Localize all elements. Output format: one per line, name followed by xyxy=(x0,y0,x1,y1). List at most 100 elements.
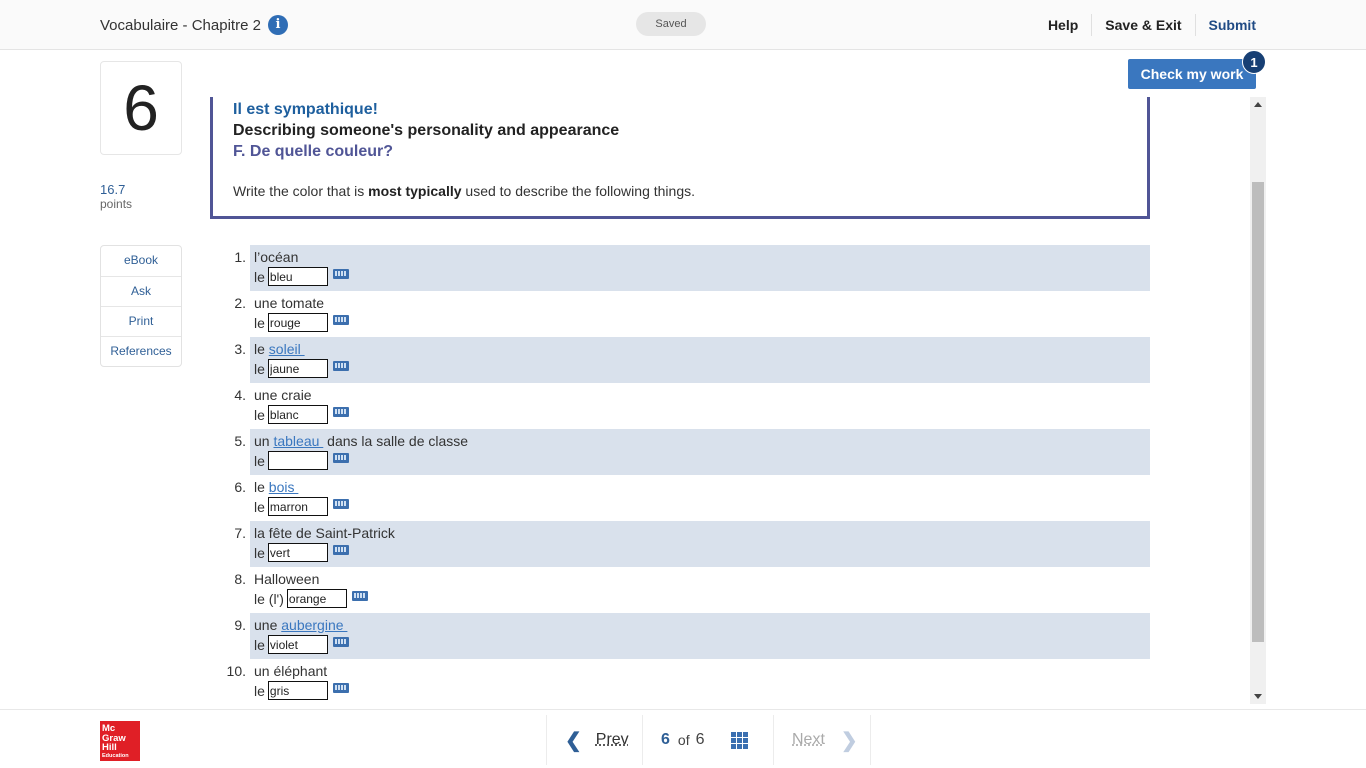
logo-line: Hill xyxy=(102,742,117,753)
answer-list: 1.l’océanle2.une tomatele3.le soleil le4… xyxy=(220,245,1150,705)
item-number: 8. xyxy=(234,571,246,587)
instructions-text: Write the color that is xyxy=(233,183,369,199)
keyboard-icon[interactable] xyxy=(332,682,349,693)
keyboard-icon[interactable] xyxy=(332,636,349,647)
item-number: 2. xyxy=(234,295,246,311)
page-indicator: 6 of 6 xyxy=(643,715,774,765)
item-prompt: un éléphant xyxy=(254,663,327,679)
list-item: 7. la fête de Saint-Patrick le xyxy=(220,521,1150,567)
item-prompt: une aubergine xyxy=(254,617,347,633)
item-number: 9. xyxy=(234,617,246,633)
content-scrollbar[interactable] xyxy=(1250,97,1266,704)
save-exit-link[interactable]: Save & Exit xyxy=(1091,14,1194,36)
answer-input[interactable] xyxy=(267,313,328,332)
answer-input[interactable] xyxy=(267,635,328,654)
list-item: 10. un éléphant le xyxy=(220,659,1150,705)
keyboard-icon[interactable] xyxy=(332,498,349,509)
chevron-left-icon: ❮ xyxy=(565,729,582,752)
help-link[interactable]: Help xyxy=(1035,14,1091,36)
header-nav: Help Save & Exit Submit xyxy=(1035,14,1256,36)
keyboard-icon[interactable] xyxy=(332,268,349,279)
keyboard-icon[interactable] xyxy=(332,406,349,417)
keyboard-icon[interactable] xyxy=(351,590,368,601)
keyboard-icon[interactable] xyxy=(332,544,349,555)
prompt-text: Halloween xyxy=(254,571,320,587)
row-background xyxy=(250,337,1150,383)
ask-button[interactable]: Ask xyxy=(101,276,181,306)
item-prompt: une craie xyxy=(254,387,312,403)
chevron-right-icon: ❯ xyxy=(840,729,858,752)
ebook-button[interactable]: eBook xyxy=(101,246,181,276)
item-number: 5. xyxy=(234,433,246,449)
keyboard-icon[interactable] xyxy=(332,452,349,463)
answer-row: le xyxy=(254,313,349,332)
points-value: 16.7 xyxy=(100,182,126,197)
pagination: ❮ Prev 6 of 6 Next ❯ xyxy=(546,715,871,765)
list-item: 6. le bois le xyxy=(220,475,1150,521)
article-label: le (l') xyxy=(254,590,284,607)
total-pages: 6 xyxy=(695,731,705,748)
references-button[interactable]: References xyxy=(101,336,181,366)
answer-input[interactable] xyxy=(286,589,347,608)
article-label: le xyxy=(254,360,265,377)
answer-input[interactable] xyxy=(267,497,328,516)
item-prompt: le bois xyxy=(254,479,298,495)
vocab-link[interactable]: aubergine xyxy=(281,617,347,633)
prompt-text: l’océan xyxy=(254,249,299,265)
prev-label: Prev xyxy=(595,731,629,748)
answer-row: le xyxy=(254,359,349,378)
item-prompt: un tableau dans la salle de classe xyxy=(254,433,468,449)
answer-input[interactable] xyxy=(267,359,328,378)
keyboard-icon[interactable] xyxy=(332,360,349,371)
answer-row: le xyxy=(254,681,349,700)
points-label: points xyxy=(100,197,133,211)
answer-input[interactable] xyxy=(267,681,328,700)
footer-bar: Mc Graw Hill Education ❮ Prev 6 of 6 Nex… xyxy=(0,709,1366,768)
scroll-down-arrow-icon[interactable] xyxy=(1254,694,1262,699)
article-label: le xyxy=(254,452,265,469)
prompt-text: une tomate xyxy=(254,295,325,311)
answer-input[interactable] xyxy=(267,267,328,286)
answer-row: le xyxy=(254,405,349,424)
page-of: of xyxy=(677,732,690,748)
vocab-link[interactable]: tableau xyxy=(273,433,323,449)
question-grid-icon[interactable] xyxy=(730,731,748,749)
article-label: le xyxy=(254,268,265,285)
saved-status-badge: Saved xyxy=(636,12,706,36)
vocab-link[interactable]: bois xyxy=(269,479,299,495)
side-tools: eBook Ask Print References xyxy=(100,245,182,367)
current-page: 6 xyxy=(661,731,670,748)
top-bar: Vocabulaire - Chapitre 2 i Saved Help Sa… xyxy=(0,0,1366,50)
list-item: 9. une aubergine le xyxy=(220,613,1150,659)
answer-input[interactable] xyxy=(267,405,328,424)
next-label: Next xyxy=(792,731,825,748)
answer-input[interactable] xyxy=(267,543,328,562)
prev-button[interactable]: ❮ Prev xyxy=(547,715,643,765)
item-number: 6. xyxy=(234,479,246,495)
print-button[interactable]: Print xyxy=(101,306,181,336)
keyboard-icon[interactable] xyxy=(332,314,349,325)
answer-row: le xyxy=(254,543,349,562)
prompt-text: un xyxy=(254,433,274,449)
article-label: le xyxy=(254,314,265,331)
scroll-up-arrow-icon[interactable] xyxy=(1254,102,1262,107)
scrollbar-thumb[interactable] xyxy=(1252,182,1264,642)
vocab-link[interactable]: soleil xyxy=(269,341,305,357)
exercise-title: F. De quelle couleur? xyxy=(233,143,394,160)
item-prompt: une tomate xyxy=(254,295,324,311)
article-label: le xyxy=(254,682,265,699)
article-label: le xyxy=(254,406,265,423)
row-background xyxy=(250,245,1150,291)
prompt-text: une xyxy=(254,617,282,633)
submit-link[interactable]: Submit xyxy=(1194,14,1256,36)
answer-input[interactable] xyxy=(267,451,328,470)
info-icon[interactable]: i xyxy=(267,15,288,35)
prompt-text: le xyxy=(254,341,269,357)
article-label: le xyxy=(254,498,265,515)
item-number: 7. xyxy=(234,525,246,541)
next-button[interactable]: Next ❯ xyxy=(774,715,871,765)
prompt-text: la fête de Saint-Patrick xyxy=(254,525,395,541)
list-item: 8. Halloween le (l') xyxy=(220,567,1150,613)
check-my-work-button[interactable]: Check my work xyxy=(1128,59,1256,89)
answer-row: le xyxy=(254,497,349,516)
